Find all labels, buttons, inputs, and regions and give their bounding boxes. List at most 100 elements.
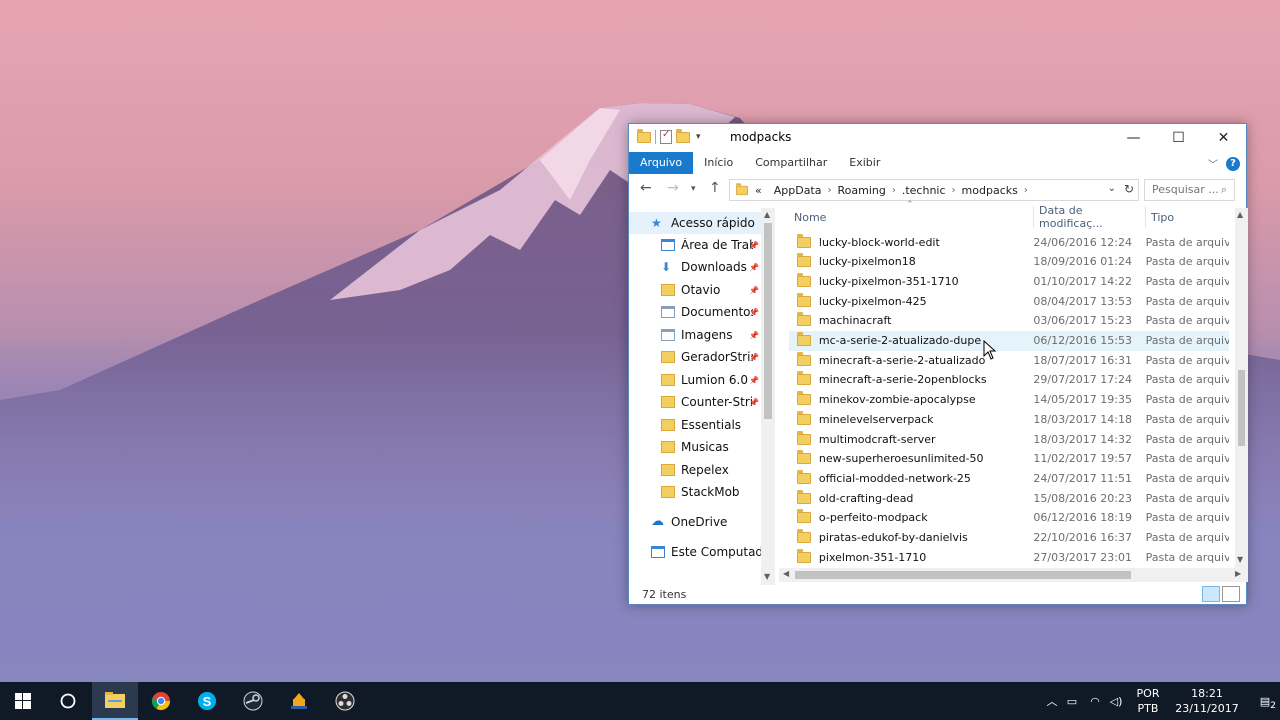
nav-item[interactable]: Repelex bbox=[629, 459, 761, 481]
file-row[interactable]: multimodcraft-server 18/03/2017 14:32 Past… bbox=[789, 429, 1229, 449]
scrollbar-thumb[interactable] bbox=[764, 223, 772, 419]
taskbar-obs[interactable] bbox=[322, 682, 368, 720]
nav-pane-scrollbar[interactable]: ▲ ▼ bbox=[761, 208, 775, 585]
customize-qat-chevron-icon[interactable]: ▾ bbox=[696, 132, 701, 142]
column-header-type[interactable]: Tipo bbox=[1151, 202, 1231, 232]
nav-item[interactable]: Este Computador bbox=[629, 541, 761, 563]
breadcrumb-roaming[interactable]: Roaming bbox=[832, 184, 892, 197]
tab-inicio[interactable]: Início bbox=[693, 152, 744, 174]
file-row[interactable]: minelevelserverpack 18/03/2017 14:18 Pasta… bbox=[789, 409, 1229, 429]
wifi-icon[interactable]: ◠ bbox=[1084, 695, 1106, 708]
quick-access-toolbar: ▾ bbox=[637, 128, 701, 144]
nav-item[interactable]: Musicas bbox=[629, 436, 761, 458]
help-icon[interactable]: ? bbox=[1226, 156, 1240, 171]
file-row[interactable]: mc-a-serie-2-atualizado-dupe 06/12/2016 1… bbox=[789, 330, 1229, 351]
column-header-date[interactable]: Data de modificaç... bbox=[1039, 202, 1144, 232]
close-button[interactable]: ✕ bbox=[1201, 124, 1246, 152]
file-row[interactable]: pixelmon-351-1710 27/03/2017 23:01 Pasta d… bbox=[789, 547, 1229, 567]
column-divider[interactable] bbox=[1145, 206, 1146, 228]
tab-arquivo[interactable]: Arquivo bbox=[629, 152, 694, 174]
file-row[interactable]: new-superheroesunlimited-50 11/02/2017 19… bbox=[789, 449, 1229, 469]
file-row[interactable]: minecraft-a-serie-2openblocks 29/07/2017 … bbox=[789, 370, 1229, 390]
column-divider[interactable] bbox=[1033, 206, 1034, 228]
taskbar-chrome[interactable] bbox=[138, 682, 184, 720]
file-row[interactable]: lucky-pixelmon-425 08/04/2017 13:53 Pasta … bbox=[789, 291, 1229, 311]
new-folder-icon[interactable] bbox=[676, 128, 690, 143]
scroll-down-icon[interactable]: ▼ bbox=[764, 572, 770, 581]
search-input[interactable]: Pesquisar ... ⌕ bbox=[1144, 179, 1235, 201]
scroll-left-icon[interactable]: ◀ bbox=[783, 569, 789, 578]
minimize-button[interactable]: — bbox=[1111, 124, 1156, 152]
nav-item[interactable]: GeradorString📌 bbox=[629, 346, 761, 368]
file-row[interactable]: old-crafting-dead 15/08/2016 20:23 Pasta d… bbox=[789, 488, 1229, 508]
large-icons-view-button[interactable] bbox=[1222, 586, 1240, 602]
item-count: 72 itens bbox=[642, 588, 687, 601]
volume-icon[interactable]: ◁) bbox=[1106, 695, 1126, 708]
file-row[interactable]: official-modded-network-25 24/07/2017 11:… bbox=[789, 468, 1229, 488]
folder-icon bbox=[797, 312, 811, 327]
scroll-down-icon[interactable]: ▼ bbox=[1237, 555, 1243, 564]
tab-exibir[interactable]: Exibir bbox=[838, 152, 891, 174]
breadcrumb-chevron-icon[interactable]: › bbox=[1024, 185, 1028, 196]
file-row[interactable]: minekov-zombie-apocalypse 14/05/2017 19:3… bbox=[789, 390, 1229, 410]
clock[interactable]: 18:21 23/11/2017 bbox=[1172, 686, 1242, 716]
nav-item[interactable]: Essentials bbox=[629, 414, 761, 436]
title-bar[interactable]: ▾ modpacks — ☐ ✕ bbox=[629, 124, 1246, 152]
address-bar[interactable]: « AppData › Roaming › .technic › modpack… bbox=[729, 179, 1139, 201]
breadcrumb-technic[interactable]: .technic bbox=[896, 184, 952, 197]
recent-locations-chevron-icon[interactable]: ▾ bbox=[691, 184, 696, 194]
scroll-right-icon[interactable]: ▶ bbox=[1235, 569, 1241, 578]
file-row[interactable]: lucky-pixelmon18 18/09/2016 01:24 Pasta de… bbox=[789, 252, 1229, 272]
nav-item[interactable]: Documentos 📌 bbox=[629, 301, 761, 323]
nav-item[interactable]: ☁ OneDrive bbox=[629, 511, 761, 533]
refresh-icon[interactable]: ↻ bbox=[1124, 182, 1134, 196]
taskbar: S ︿ ▭ ◠ ◁) POR PTB 18:21 23/11/2017 ▤ 2 bbox=[0, 682, 1280, 720]
back-arrow-icon[interactable]: ← bbox=[640, 180, 652, 196]
taskbar-app[interactable] bbox=[276, 682, 322, 720]
scroll-up-icon[interactable]: ▲ bbox=[764, 210, 770, 219]
address-history-chevron-icon[interactable]: ⌄ bbox=[1108, 183, 1116, 194]
taskbar-steam[interactable] bbox=[230, 682, 276, 720]
file-type: Pasta de arquivos bbox=[1145, 274, 1229, 288]
nav-item[interactable]: ★ Acesso rápido bbox=[629, 212, 761, 234]
up-arrow-icon[interactable]: ↑ bbox=[709, 180, 721, 196]
nav-item[interactable]: ⬇ Downloads 📌 bbox=[629, 256, 761, 278]
file-list-horizontal-scrollbar[interactable]: ◀ ▶ bbox=[779, 568, 1248, 582]
file-row[interactable]: lucky-pixelmon-351-1710 01/10/2017 14:22 P… bbox=[789, 271, 1229, 291]
start-button[interactable] bbox=[0, 682, 46, 720]
address-overflow[interactable]: « bbox=[749, 184, 768, 197]
properties-icon[interactable] bbox=[660, 129, 672, 144]
maximize-button[interactable]: ☐ bbox=[1156, 124, 1201, 152]
file-row[interactable]: minecraft-a-serie-2-atualizado 18/07/2017… bbox=[789, 350, 1229, 370]
nav-item[interactable]: Área de Traba📌 bbox=[629, 234, 761, 256]
details-view-button[interactable] bbox=[1202, 586, 1220, 602]
forward-arrow-icon[interactable]: → bbox=[667, 180, 679, 196]
cortana-button[interactable] bbox=[45, 682, 91, 720]
scroll-up-icon[interactable]: ▲ bbox=[1237, 210, 1243, 219]
scrollbar-thumb[interactable] bbox=[1238, 370, 1245, 446]
input-language[interactable]: POR PTB bbox=[1130, 686, 1166, 716]
scrollbar-thumb[interactable] bbox=[795, 571, 1131, 579]
action-center-button[interactable]: ▤ 2 bbox=[1250, 695, 1280, 711]
show-hidden-icons-chevron-icon[interactable]: ︿ bbox=[1044, 693, 1060, 709]
expand-ribbon-chevron-icon[interactable]: ﹀ bbox=[1208, 156, 1218, 171]
nav-item[interactable]: StackMob bbox=[629, 481, 761, 503]
nav-item[interactable]: Imagens 📌 bbox=[629, 324, 761, 346]
file-row[interactable]: o-perfeito-modpack 06/12/2016 18:19 Pasta … bbox=[789, 508, 1229, 528]
column-header-name[interactable]: Nome bbox=[794, 202, 1034, 232]
nav-item[interactable]: Lumion 6.0 +📌 bbox=[629, 369, 761, 391]
file-row[interactable]: piratas-edukof-by-danielvis 22/10/2016 16… bbox=[789, 528, 1229, 548]
file-list-vertical-scrollbar[interactable]: ▲ ▼ bbox=[1235, 208, 1248, 569]
nav-item[interactable]: Otavio 📌 bbox=[629, 279, 761, 301]
file-row[interactable]: machinacraft 03/06/2017 15:23 Pasta de arq… bbox=[789, 311, 1229, 331]
breadcrumb-modpacks[interactable]: modpacks bbox=[956, 184, 1024, 197]
file-row[interactable]: lucky-block-world-edit 24/06/2016 12:24 Pa… bbox=[789, 232, 1229, 252]
breadcrumb-appdata[interactable]: AppData bbox=[768, 184, 828, 197]
file-name: piratas-edukof-by-danielvis bbox=[818, 531, 968, 544]
taskbar-file-explorer[interactable] bbox=[92, 682, 138, 720]
battery-icon[interactable]: ▭ bbox=[1060, 695, 1084, 708]
tab-compartilhar[interactable]: Compartilhar bbox=[744, 152, 838, 174]
folder-icon bbox=[797, 253, 811, 268]
taskbar-skype[interactable]: S bbox=[184, 682, 230, 720]
nav-item[interactable]: Counter-Strik 📌 bbox=[629, 391, 761, 413]
